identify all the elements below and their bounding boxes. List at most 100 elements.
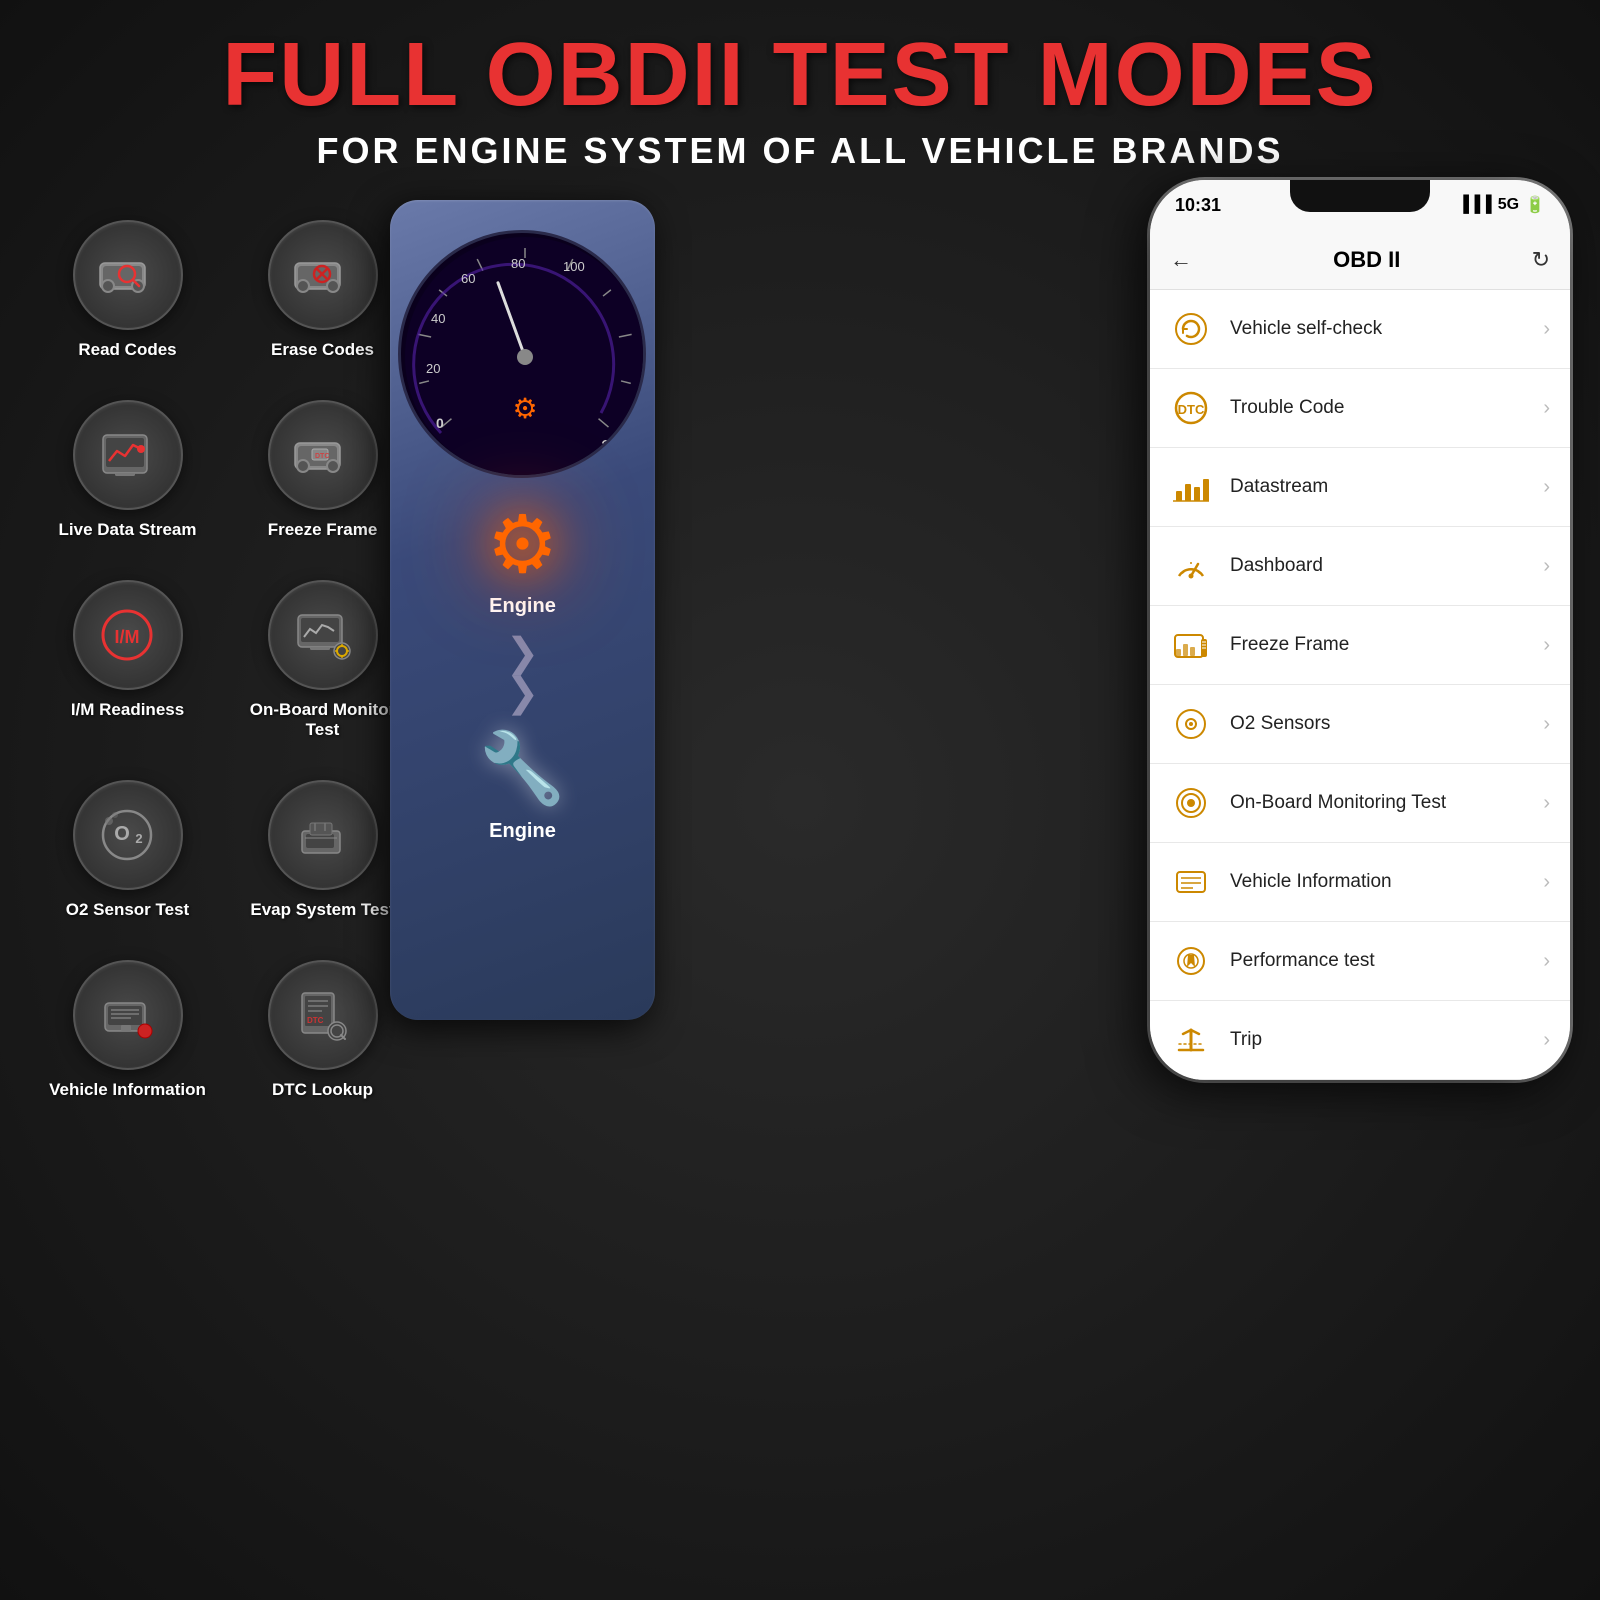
trouble-code-icon: DTC (1170, 387, 1212, 429)
svg-text:60: 60 (461, 271, 475, 286)
chevron-right-icon-4: › (1543, 634, 1550, 657)
svg-text:DTC: DTC (315, 453, 329, 460)
vehicle-information-label: Vehicle Information (1230, 871, 1543, 893)
svg-text:2: 2 (135, 831, 142, 846)
menu-item-o2-sensors[interactable]: O2 Sensors › (1150, 685, 1570, 764)
o2-sensor-icon-circle: O 2 (73, 780, 183, 890)
performance-test-icon (1170, 940, 1212, 982)
vehicle-self-check-icon (1170, 308, 1212, 350)
svg-text:2 0: 2 0 (601, 437, 626, 457)
freeze-frame-icon-circle: DTC (268, 400, 378, 510)
im-icon: I/M (95, 603, 160, 668)
trip-label: Trip (1230, 1029, 1543, 1051)
feature-o2-sensor: O 2 O2 Sensor Test (40, 780, 215, 920)
feature-read-codes: Read Codes (40, 220, 215, 360)
svg-text:DTC: DTC (1178, 402, 1205, 417)
status-bar: 10:31 ▐▐▐ 5G 🔋 (1150, 180, 1570, 230)
evap-system-label: Evap System Test (250, 900, 394, 920)
monitor-icon (290, 603, 355, 668)
onboard-monitoring-label: On-Board Monitoring Test (1230, 792, 1543, 814)
vehicle-information-icon (1170, 861, 1212, 903)
vehicle-self-check-label: Vehicle self-check (1230, 318, 1543, 340)
chart-dot-icon (95, 423, 160, 488)
engine-warning-icon: ⚙ (487, 505, 559, 585)
vehicle-info-icon (95, 983, 160, 1048)
car-freeze-icon: DTC (290, 423, 355, 488)
menu-item-vehicle-self-check[interactable]: Vehicle self-check › (1150, 290, 1570, 369)
battery-icon: 🔋 (1525, 195, 1545, 215)
feature-live-data: Live Data Stream (40, 400, 215, 540)
app-header: ← OBD II ↻ (1150, 230, 1570, 290)
erase-codes-icon-circle (268, 220, 378, 330)
menu-item-onboard-monitoring[interactable]: On-Board Monitoring Test › (1150, 764, 1570, 843)
chevron-right-icon-9: › (1543, 1029, 1550, 1052)
onboard-monitor-icon-circle (268, 580, 378, 690)
smartphone: 10:31 ▐▐▐ 5G 🔋 ← OBD II ↻ Vehicle self-c… (1150, 180, 1570, 1080)
phone-notch (1290, 180, 1430, 212)
datastream-label: Datastream (1230, 476, 1543, 498)
speedometer-svg: 0 20 40 60 80 100 ⚙ 2 0 (401, 233, 646, 478)
chevron-right-icon-5: › (1543, 713, 1550, 736)
menu-list: Vehicle self-check › DTC Trouble Code › (1150, 290, 1570, 1080)
dtc-icon: DTC (290, 983, 355, 1048)
feature-freeze-frame: DTC Freeze Frame (235, 400, 410, 540)
vehicle-info-label: Vehicle Information (49, 1080, 206, 1100)
feature-onboard-monitor: On-Board Monitor Test (235, 580, 410, 740)
feature-vehicle-info: Vehicle Information (40, 960, 215, 1100)
freeze-frame-menu-label: Freeze Frame (1230, 634, 1543, 656)
car-erase-icon (290, 243, 355, 308)
svg-text:40: 40 (431, 311, 445, 326)
chevron-right-icon-6: › (1543, 792, 1550, 815)
flip-device-body: 0 20 40 60 80 100 ⚙ 2 0 ⚙ Engine ❯❯ (390, 200, 655, 1020)
datastream-icon (1170, 466, 1212, 508)
engine-label-1: Engine (489, 595, 556, 618)
menu-item-dashboard[interactable]: Dashboard › (1150, 527, 1570, 606)
svg-text:20: 20 (426, 361, 440, 376)
o2-sensor-label: O2 Sensor Test (66, 900, 189, 920)
menu-item-performance-test[interactable]: Performance test › (1150, 922, 1570, 1001)
feature-im-readiness: I/M I/M Readiness (40, 580, 215, 740)
trip-icon (1170, 1019, 1212, 1061)
menu-item-datastream[interactable]: Datastream › (1150, 448, 1570, 527)
performance-test-label: Performance test (1230, 950, 1543, 972)
chevron-icon: ❯❯ (506, 633, 540, 713)
engine-label-2: Engine (489, 820, 556, 843)
refresh-button[interactable]: ↻ (1532, 247, 1550, 273)
menu-item-vehicle-information[interactable]: Vehicle Information › (1150, 843, 1570, 922)
chevron-right-icon-2: › (1543, 476, 1550, 499)
engine-warning-section: ⚙ Engine ❯❯ 🔧 Engine (390, 505, 655, 843)
chevron-right-icon-7: › (1543, 871, 1550, 894)
dashboard-label: Dashboard (1230, 555, 1543, 577)
app-title: OBD II (1202, 247, 1532, 273)
feature-dtc-lookup: DTC DTC Lookup (235, 960, 410, 1100)
svg-text:80: 80 (511, 256, 525, 271)
menu-item-trip[interactable]: Trip › (1150, 1001, 1570, 1080)
feature-erase-codes: Erase Codes (235, 220, 410, 360)
phone-time: 10:31 (1175, 195, 1221, 216)
menu-item-trouble-code[interactable]: DTC Trouble Code › (1150, 369, 1570, 448)
onboard-monitor-label: On-Board Monitor Test (235, 700, 410, 740)
svg-text:DTC: DTC (307, 1016, 324, 1025)
im-readiness-icon-circle: I/M (73, 580, 183, 690)
main-subtitle: FOR ENGINE SYSTEM OF ALL VEHICLE BRANDS (0, 130, 1600, 172)
chevron-right-icon-0: › (1543, 318, 1550, 341)
read-codes-label: Read Codes (78, 340, 176, 360)
features-grid: Read Codes Erase Codes (40, 220, 410, 1100)
dashboard-icon (1170, 545, 1212, 587)
engine-white-icon: 🔧 (479, 728, 566, 810)
signal-label: 5G (1498, 196, 1519, 214)
read-codes-icon-circle (73, 220, 183, 330)
back-button[interactable]: ← (1170, 247, 1192, 273)
o2-icon: O 2 (95, 803, 160, 868)
svg-text:100: 100 (563, 259, 585, 274)
dtc-lookup-label: DTC Lookup (272, 1080, 373, 1100)
chevron-right-icon-8: › (1543, 950, 1550, 973)
main-title: FULL OBDII TEST MODES (0, 30, 1600, 120)
svg-text:0: 0 (436, 415, 444, 431)
freeze-frame-menu-icon (1170, 624, 1212, 666)
live-data-icon-circle (73, 400, 183, 510)
signal-bars-icon: ▐▐▐ (1458, 196, 1492, 214)
menu-item-freeze-frame[interactable]: Freeze Frame › (1150, 606, 1570, 685)
vehicle-info-icon-circle (73, 960, 183, 1070)
erase-codes-label: Erase Codes (271, 340, 374, 360)
